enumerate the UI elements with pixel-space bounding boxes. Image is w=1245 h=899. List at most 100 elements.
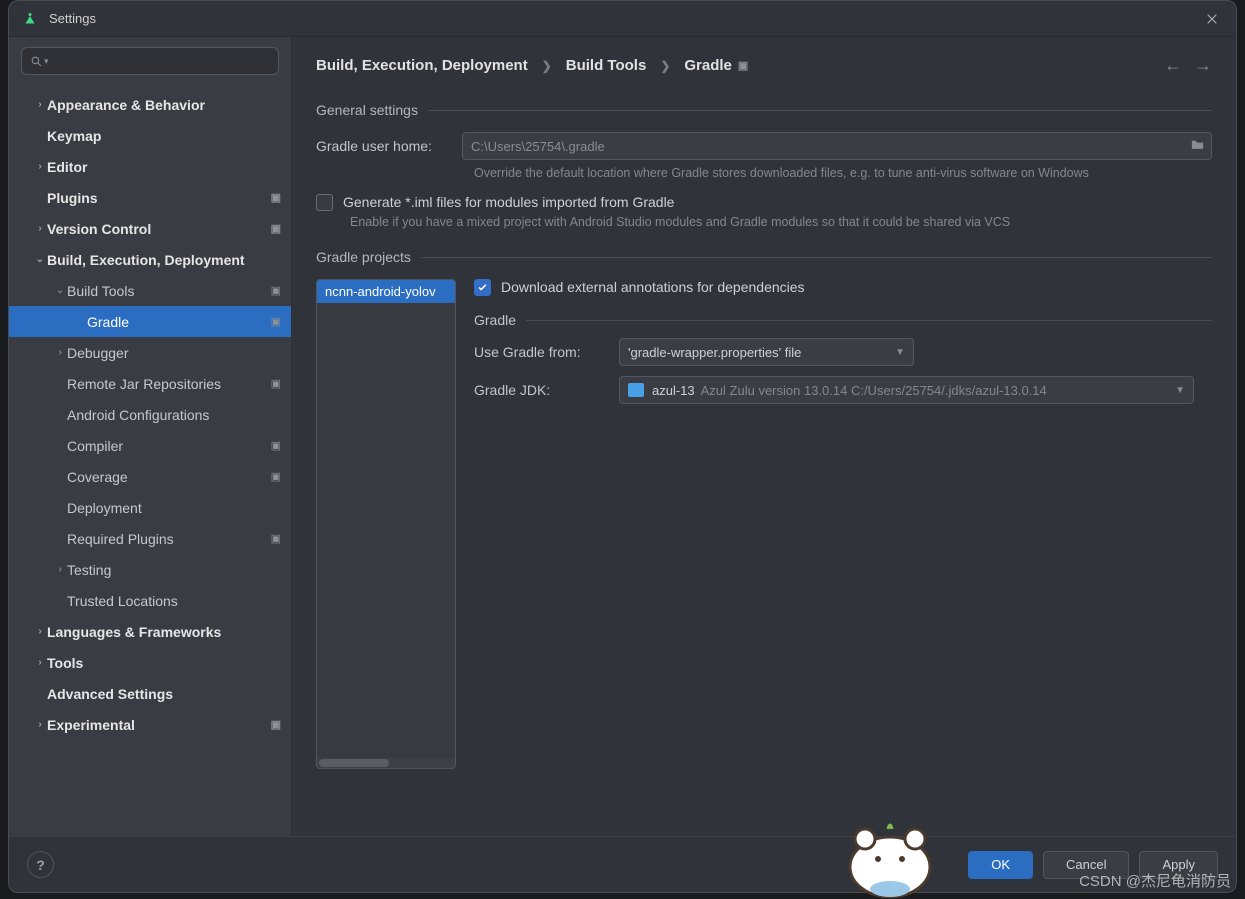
sidebar-item-label: Compiler: [67, 438, 291, 454]
project-badge-icon: ▣: [271, 718, 281, 731]
sidebar-item-label: Coverage: [67, 469, 291, 485]
chevron-right-icon: ❯: [542, 59, 552, 73]
sidebar-item-build-execution-deployment[interactable]: ⌄Build, Execution, Deployment: [9, 244, 291, 275]
chevron-right-icon: ›: [33, 99, 47, 110]
sidebar-item-tools[interactable]: ›Tools: [9, 647, 291, 678]
sidebar-item-label: Deployment: [67, 500, 291, 516]
nav-forward-button[interactable]: →: [1194, 55, 1212, 76]
project-list-item[interactable]: ncnn-android-yolov: [317, 280, 455, 303]
project-badge-icon: ▣: [271, 191, 281, 204]
use-gradle-from-select[interactable]: 'gradle-wrapper.properties' file ▼: [619, 338, 914, 366]
sidebar-item-plugins[interactable]: Plugins▣: [9, 182, 291, 213]
sidebar-item-label: Android Configurations: [67, 407, 291, 423]
gradle-home-input[interactable]: C:\Users\25754\.gradle: [462, 132, 1212, 160]
download-annotations-checkbox[interactable]: [474, 279, 491, 296]
chevron-right-icon: ›: [53, 347, 67, 358]
sidebar-item-coverage[interactable]: Coverage▣: [9, 461, 291, 492]
gradle-jdk-label: Gradle JDK:: [474, 382, 619, 398]
sidebar-item-label: Experimental: [47, 717, 291, 733]
project-badge-icon: ▣: [271, 284, 281, 297]
download-annotations-label: Download external annotations for depend…: [501, 279, 805, 295]
search-input[interactable]: [53, 54, 270, 69]
gradle-jdk-select[interactable]: azul-13 Azul Zulu version 13.0.14 C:/Use…: [619, 376, 1194, 404]
sidebar-item-required-plugins[interactable]: Required Plugins▣: [9, 523, 291, 554]
generate-iml-hint: Enable if you have a mixed project with …: [350, 215, 1212, 229]
breadcrumb-item[interactable]: Build, Execution, Deployment: [316, 57, 528, 74]
divider: [421, 257, 1212, 258]
sidebar-item-label: Required Plugins: [67, 531, 291, 547]
close-button[interactable]: [1200, 7, 1224, 31]
window-title: Settings: [49, 11, 1200, 26]
sidebar-item-gradle[interactable]: Gradle▣: [9, 306, 291, 337]
use-gradle-from-label: Use Gradle from:: [474, 344, 619, 360]
chevron-right-icon: ❯: [660, 59, 670, 73]
settings-search[interactable]: ▾: [21, 47, 279, 75]
sidebar-item-label: Appearance & Behavior: [47, 97, 291, 113]
project-badge-icon: ▣: [271, 470, 281, 483]
gradle-jdk-value: azul-13: [652, 383, 695, 398]
settings-tree: ›Appearance & BehaviorKeymap›EditorPlugi…: [9, 85, 291, 836]
help-button[interactable]: ?: [27, 851, 54, 878]
apply-button[interactable]: Apply: [1139, 851, 1218, 879]
breadcrumb: Build, Execution, Deployment ❯ Build Too…: [316, 57, 1150, 74]
sidebar-item-debugger[interactable]: ›Debugger: [9, 337, 291, 368]
chevron-down-icon: ⌄: [33, 254, 47, 265]
project-badge-icon: ▣: [271, 315, 281, 328]
sidebar-item-trusted-locations[interactable]: Trusted Locations: [9, 585, 291, 616]
chevron-right-icon: ›: [33, 657, 47, 668]
sidebar-item-compiler[interactable]: Compiler▣: [9, 430, 291, 461]
project-badge-icon: ▣: [271, 439, 281, 452]
section-gradle-projects: Gradle projects: [316, 249, 411, 265]
sidebar-item-keymap[interactable]: Keymap: [9, 120, 291, 151]
sidebar-item-editor[interactable]: ›Editor: [9, 151, 291, 182]
android-studio-icon: [21, 10, 39, 28]
nav-back-button[interactable]: ←: [1164, 55, 1182, 76]
sidebar-item-languages-frameworks[interactable]: ›Languages & Frameworks: [9, 616, 291, 647]
ok-button[interactable]: OK: [968, 851, 1033, 879]
divider: [428, 110, 1212, 111]
sidebar-item-label: Build, Execution, Deployment: [47, 252, 291, 268]
settings-sidebar: ▾ ›Appearance & BehaviorKeymap›EditorPlu…: [9, 37, 292, 836]
sidebar-item-build-tools[interactable]: ⌄Build Tools▣: [9, 275, 291, 306]
sidebar-item-label: Trusted Locations: [67, 593, 291, 609]
gradle-jdk-detail: Azul Zulu version 13.0.14 C:/Users/25754…: [701, 383, 1047, 398]
sidebar-item-label: Testing: [67, 562, 291, 578]
project-badge-icon: ▣: [271, 222, 281, 235]
generate-iml-label: Generate *.iml files for modules importe…: [343, 194, 674, 210]
jdk-folder-icon: [628, 383, 644, 397]
gradle-home-label: Gradle user home:: [316, 138, 462, 154]
breadcrumb-item[interactable]: Build Tools: [566, 57, 647, 74]
sidebar-item-experimental[interactable]: ›Experimental▣: [9, 709, 291, 740]
chevron-down-icon: ▼: [1175, 385, 1185, 396]
sidebar-item-label: Gradle: [87, 314, 291, 330]
search-icon: ▾: [30, 55, 49, 68]
horizontal-scrollbar[interactable]: [317, 758, 455, 768]
gradle-home-value: C:\Users\25754\.gradle: [471, 139, 605, 154]
use-gradle-from-value: 'gradle-wrapper.properties' file: [628, 345, 801, 360]
sidebar-item-version-control[interactable]: ›Version Control▣: [9, 213, 291, 244]
sidebar-item-label: Languages & Frameworks: [47, 624, 291, 640]
sidebar-item-label: Version Control: [47, 221, 291, 237]
sidebar-item-label: Build Tools: [67, 283, 291, 299]
sidebar-item-remote-jar-repositories[interactable]: Remote Jar Repositories▣: [9, 368, 291, 399]
sidebar-item-testing[interactable]: ›Testing: [9, 554, 291, 585]
chevron-right-icon: ›: [53, 564, 67, 575]
sidebar-item-label: Editor: [47, 159, 291, 175]
gradle-project-list[interactable]: ncnn-android-yolov: [316, 279, 456, 769]
chevron-right-icon: ›: [33, 626, 47, 637]
sidebar-item-deployment[interactable]: Deployment: [9, 492, 291, 523]
cancel-button[interactable]: Cancel: [1043, 851, 1129, 879]
sidebar-item-label: Plugins: [47, 190, 291, 206]
sidebar-item-android-configurations[interactable]: Android Configurations: [9, 399, 291, 430]
chevron-right-icon: ›: [33, 161, 47, 172]
browse-folder-icon[interactable]: [1190, 138, 1205, 154]
gradle-home-hint: Override the default location where Grad…: [474, 166, 1212, 180]
sidebar-item-appearance-behavior[interactable]: ›Appearance & Behavior: [9, 89, 291, 120]
chevron-right-icon: ›: [33, 223, 47, 234]
generate-iml-checkbox[interactable]: [316, 194, 333, 211]
chevron-down-icon: ⌄: [53, 285, 67, 296]
project-badge-icon: ▣: [271, 532, 281, 545]
sidebar-item-advanced-settings[interactable]: Advanced Settings: [9, 678, 291, 709]
divider: [526, 320, 1212, 321]
chevron-right-icon: ›: [33, 719, 47, 730]
